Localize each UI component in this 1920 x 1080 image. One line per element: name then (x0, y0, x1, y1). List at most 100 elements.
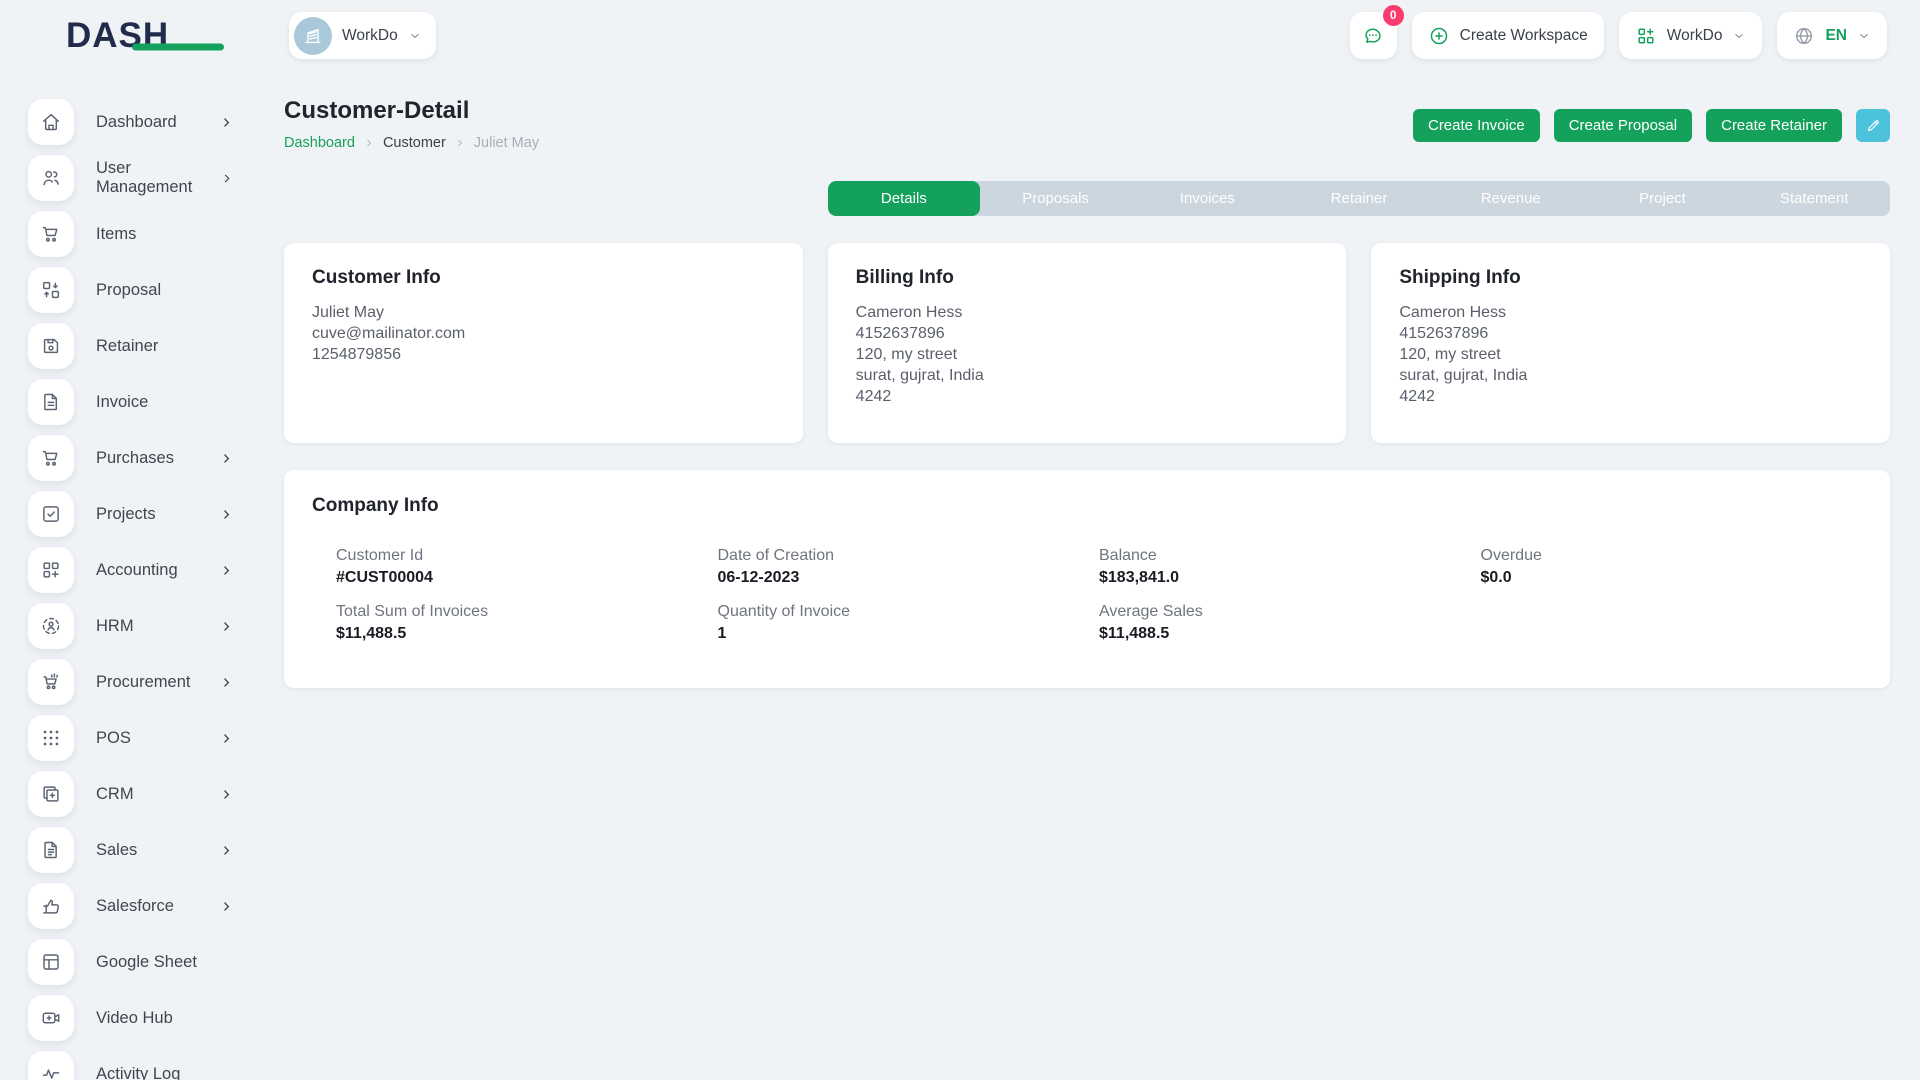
sidebar-item-salesforce[interactable]: Salesforce (0, 883, 257, 929)
video-hub-icon (40, 1007, 62, 1029)
sidebar-item-invoice[interactable]: Invoice (0, 379, 257, 425)
sidebar-item-dashboard[interactable]: Dashboard (0, 99, 257, 145)
chevron-right-icon (220, 844, 233, 857)
chat-icon (1362, 25, 1384, 47)
app-logo[interactable]: DASH (66, 18, 257, 53)
invoice-icon (40, 391, 62, 413)
sidebar-item-video-hub[interactable]: Video Hub (0, 995, 257, 1041)
field-value: 1 (718, 625, 1100, 643)
company-field: Quantity of Invoice 1 (718, 603, 1100, 643)
users-icon (40, 167, 62, 189)
sidebar-item-activity-log[interactable]: Activity Log (0, 1051, 257, 1080)
messages-button[interactable]: 0 (1350, 12, 1397, 59)
tab-revenue[interactable]: Revenue (1435, 181, 1587, 216)
workdo-menu-button[interactable]: WorkDo (1619, 12, 1763, 59)
chevron-right-icon (220, 564, 233, 577)
create-workspace-button[interactable]: Create Workspace (1412, 12, 1604, 59)
chevron-right-icon (220, 620, 233, 633)
chevron-right-icon (221, 172, 233, 185)
field-value: 06-12-2023 (718, 569, 1100, 587)
company-info-grid: Customer Id #CUST00004 Date of Creation … (312, 547, 1862, 643)
field-label: Date of Creation (718, 547, 1100, 565)
info-line: Cameron Hess (856, 302, 1319, 323)
field-label: Total Sum of Invoices (336, 603, 718, 621)
create-proposal-button[interactable]: Create Proposal (1554, 109, 1692, 142)
sidebar-item-retainer[interactable]: Retainer (0, 323, 257, 369)
page-actions: Create Invoice Create Proposal Create Re… (1413, 109, 1890, 142)
info-line: 120, my street (856, 344, 1319, 365)
field-label: Quantity of Invoice (718, 603, 1100, 621)
chevron-right-icon (220, 900, 233, 913)
info-line: surat, gujrat, India (1399, 365, 1862, 386)
workspace-switcher[interactable]: WorkDo (289, 12, 436, 59)
projects-icon (40, 503, 62, 525)
billing-info-card: Billing Info Cameron Hess4152637896120, … (828, 243, 1347, 443)
activity-icon (40, 1063, 62, 1080)
tab-retainer[interactable]: Retainer (1283, 181, 1435, 216)
retainer-icon (40, 335, 62, 357)
shipping-info-lines: Cameron Hess4152637896120, my streetsura… (1399, 302, 1862, 407)
company-field: Total Sum of Invoices $11,488.5 (336, 603, 718, 643)
tab-details[interactable]: Details (828, 181, 980, 216)
chevron-right-icon (220, 508, 233, 521)
sidebar-item-user-management[interactable]: User Management (0, 155, 257, 201)
tab-project[interactable]: Project (1587, 181, 1739, 216)
sidebar-item-pos[interactable]: POS (0, 715, 257, 761)
info-line: 1254879856 (312, 344, 775, 365)
chevron-down-icon (408, 29, 422, 43)
info-line: 120, my street (1399, 344, 1862, 365)
create-workspace-label: Create Workspace (1460, 27, 1588, 45)
grid-plus-icon (1635, 25, 1657, 47)
company-field: Date of Creation 06-12-2023 (718, 547, 1100, 587)
home-icon (40, 111, 62, 133)
sidebar-item-projects[interactable]: Projects (0, 491, 257, 537)
tab-proposals[interactable]: Proposals (980, 181, 1132, 216)
breadcrumb-customer-link[interactable]: Customer (383, 135, 446, 151)
main-content: Customer-Detail Dashboard Customer Julie… (257, 71, 1920, 1080)
sidebar-item-procurement[interactable]: Procurement (0, 659, 257, 705)
create-retainer-button[interactable]: Create Retainer (1706, 109, 1842, 142)
edit-customer-button[interactable] (1856, 109, 1890, 142)
field-label: Balance (1099, 547, 1481, 565)
sidebar-item-google-sheet[interactable]: Google Sheet (0, 939, 257, 985)
language-label: EN (1825, 27, 1847, 45)
chevron-down-icon (1732, 29, 1746, 43)
sidebar-item-proposal[interactable]: Proposal (0, 267, 257, 313)
tab-statement[interactable]: Statement (1738, 181, 1890, 216)
info-line: Cameron Hess (1399, 302, 1862, 323)
company-field: Customer Id #CUST00004 (336, 547, 718, 587)
billing-info-lines: Cameron Hess4152637896120, my streetsura… (856, 302, 1319, 407)
breadcrumb-dashboard-link[interactable]: Dashboard (284, 135, 355, 151)
field-value: $0.0 (1481, 569, 1863, 587)
crm-icon (40, 783, 62, 805)
info-line: 4242 (1399, 386, 1862, 407)
field-value: $11,488.5 (336, 625, 718, 643)
chevron-right-icon (220, 116, 233, 129)
tab-invoices[interactable]: Invoices (1131, 181, 1283, 216)
language-menu-button[interactable]: EN (1777, 12, 1887, 59)
field-label: Overdue (1481, 547, 1863, 565)
google-sheet-icon (40, 951, 62, 973)
chevron-right-icon (220, 788, 233, 801)
globe-icon (1793, 25, 1815, 47)
info-line: cuve@mailinator.com (312, 323, 775, 344)
shipping-info-card: Shipping Info Cameron Hess4152637896120,… (1371, 243, 1890, 443)
sidebar-item-purchases[interactable]: Purchases (0, 435, 257, 481)
card-title: Shipping Info (1399, 267, 1862, 289)
accounting-icon (40, 559, 62, 581)
sidebar-item-accounting[interactable]: Accounting (0, 547, 257, 593)
sidebar-item-crm[interactable]: CRM (0, 771, 257, 817)
plus-circle-icon (1428, 25, 1450, 47)
breadcrumb-current: Juliet May (474, 135, 539, 151)
page-title: Customer-Detail (284, 97, 539, 125)
company-info-card: Company Info Customer Id #CUST00004 Date… (284, 470, 1890, 688)
info-line: 4152637896 (1399, 323, 1862, 344)
card-title: Billing Info (856, 267, 1319, 289)
sidebar-item-sales[interactable]: Sales (0, 827, 257, 873)
create-invoice-button[interactable]: Create Invoice (1413, 109, 1540, 142)
sidebar: Dashboard User Management Items Proposal (0, 71, 257, 1080)
workdo-menu-label: WorkDo (1667, 27, 1723, 45)
detail-tabs: Details Proposals Invoices Retainer Reve… (828, 181, 1890, 216)
sidebar-item-items[interactable]: Items (0, 211, 257, 257)
sidebar-item-hrm[interactable]: HRM (0, 603, 257, 649)
